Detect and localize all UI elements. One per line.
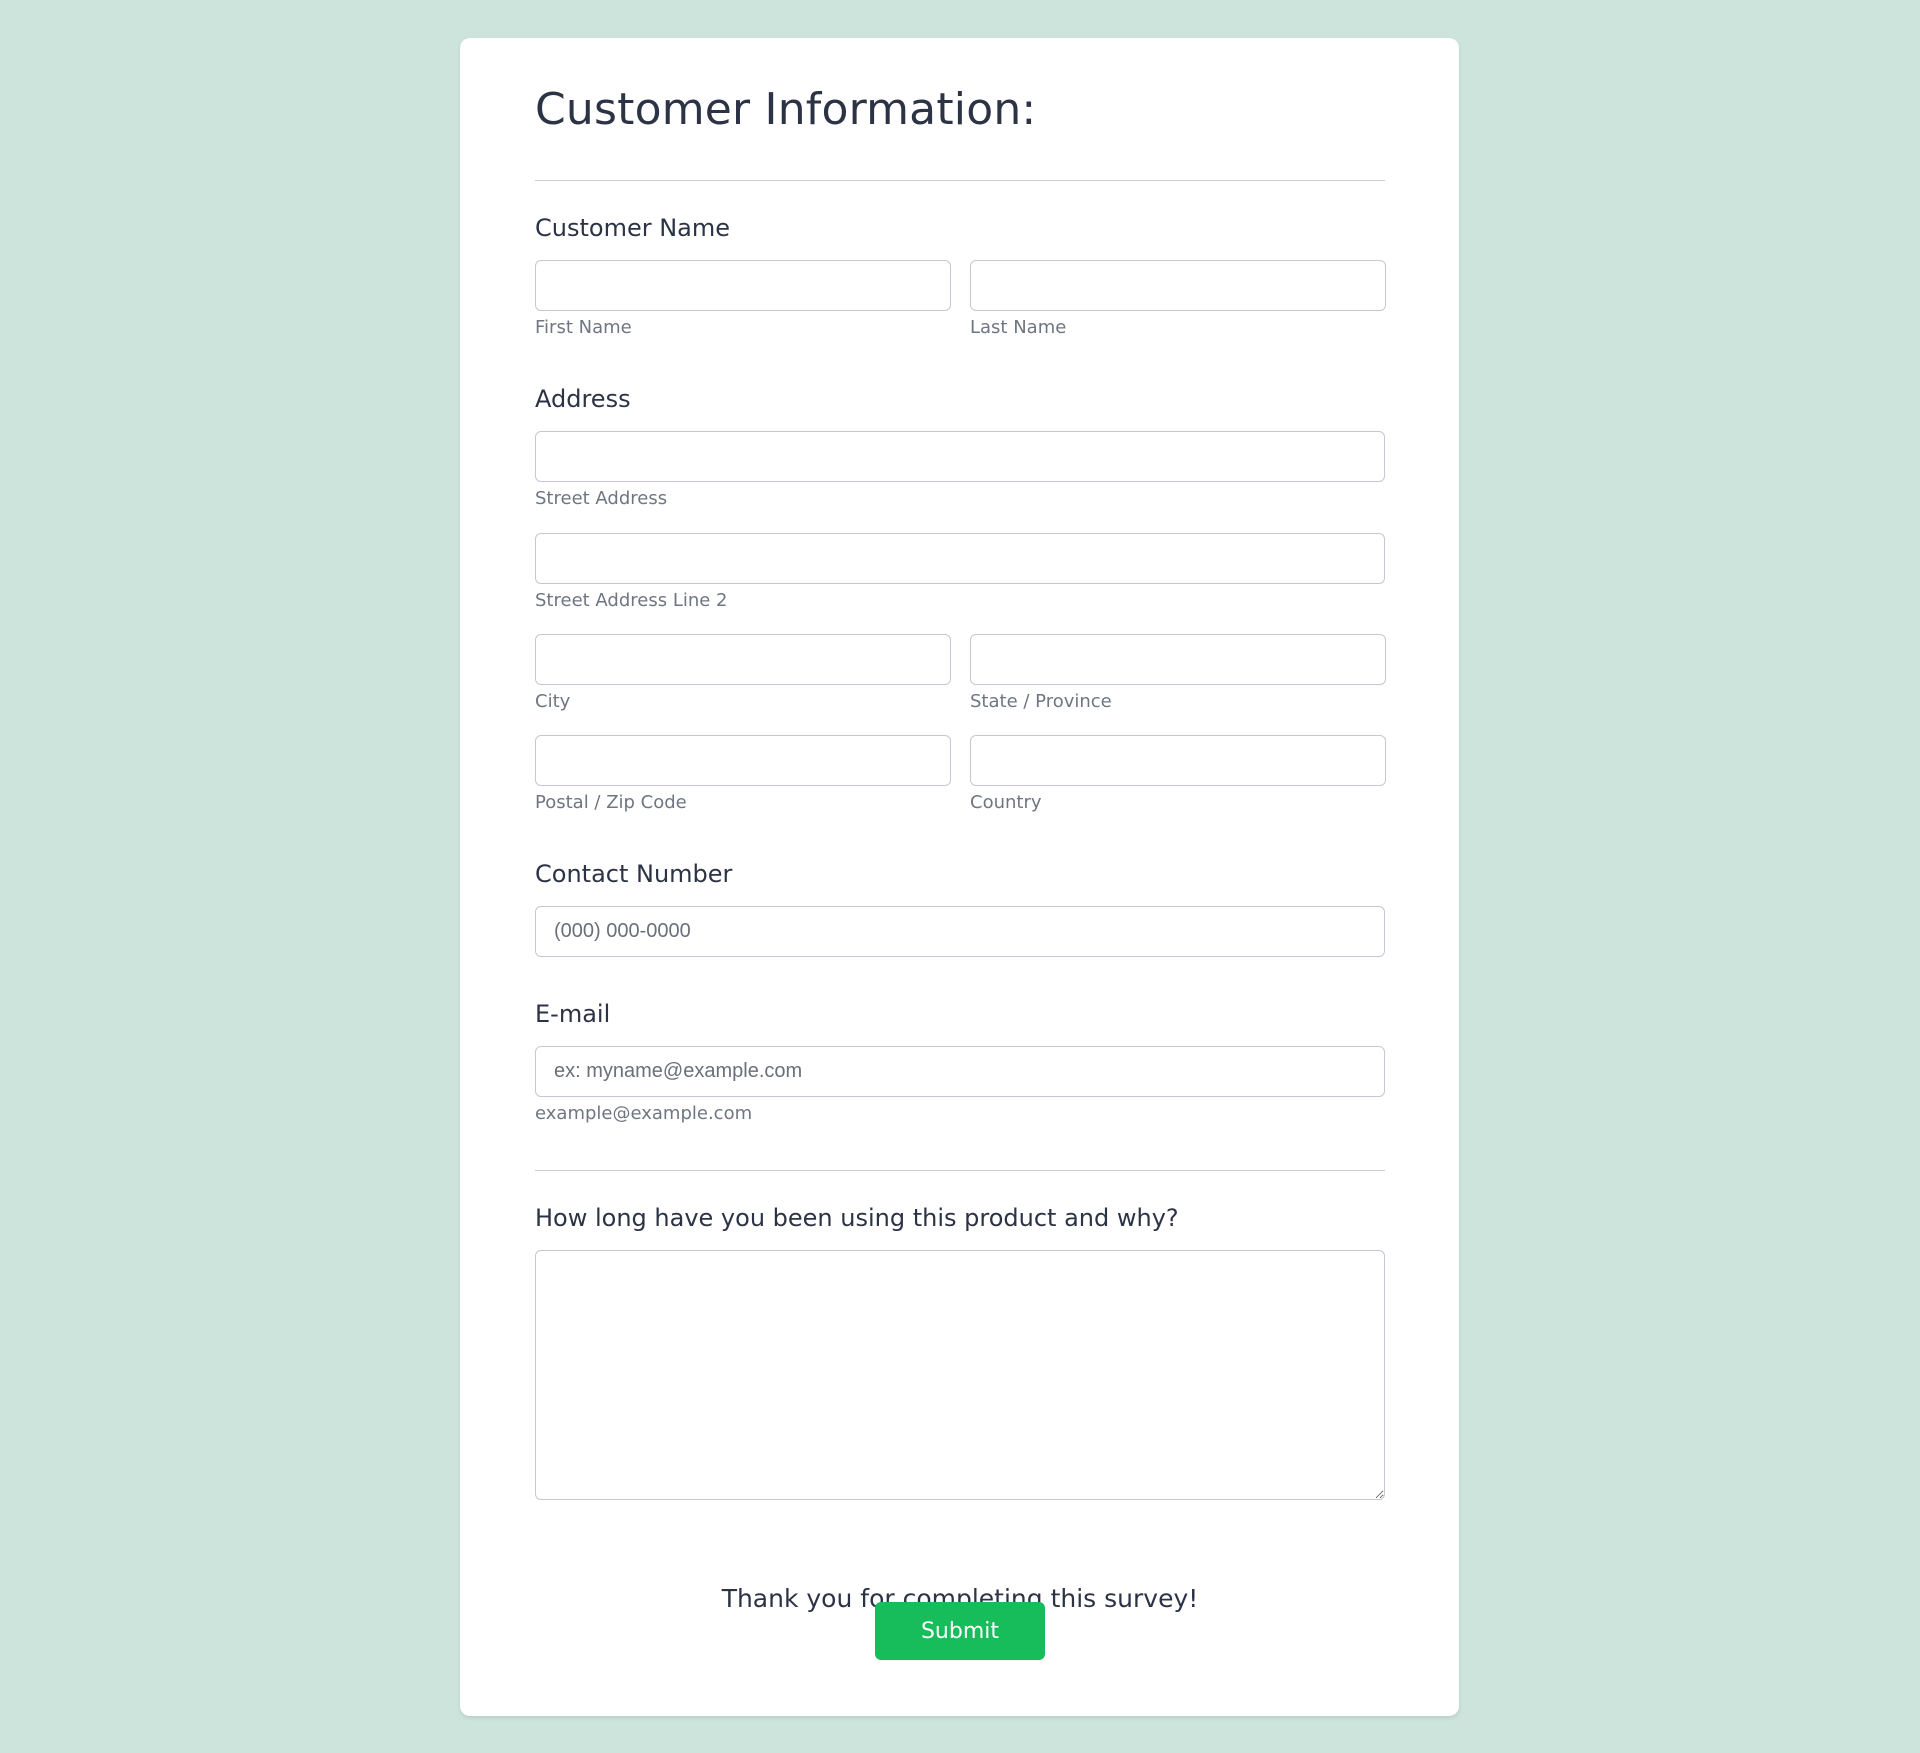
city-input[interactable] <box>535 634 951 685</box>
question-textarea[interactable] <box>535 1250 1385 1500</box>
question-label: How long have you been using this produc… <box>535 1204 1179 1232</box>
street-address-line2-sublabel: Street Address Line 2 <box>535 590 728 611</box>
first-name-input[interactable] <box>535 260 951 311</box>
customer-name-label: Customer Name <box>535 214 731 242</box>
submit-button[interactable]: Submit <box>875 1602 1045 1660</box>
state-province-input[interactable] <box>970 634 1386 685</box>
title-divider <box>535 180 1385 181</box>
email-input[interactable] <box>535 1046 1385 1097</box>
street-address-line2-input[interactable] <box>535 533 1385 584</box>
last-name-sublabel: Last Name <box>970 317 1067 338</box>
contact-number-input[interactable] <box>535 906 1385 957</box>
street-address-sublabel: Street Address <box>535 488 668 509</box>
country-sublabel: Country <box>970 792 1042 813</box>
email-sublabel: example@example.com <box>535 1103 753 1124</box>
form-title: Customer Information: <box>535 84 1037 135</box>
city-sublabel: City <box>535 691 571 712</box>
postal-code-sublabel: Postal / Zip Code <box>535 792 687 813</box>
last-name-input[interactable] <box>970 260 1386 311</box>
state-province-sublabel: State / Province <box>970 691 1112 712</box>
contact-number-label: Contact Number <box>535 860 733 888</box>
form-card: Customer Information: Customer Name Firs… <box>460 38 1459 1716</box>
country-input[interactable] <box>970 735 1386 786</box>
postal-code-input[interactable] <box>535 735 951 786</box>
section-divider <box>535 1170 1385 1171</box>
street-address-input[interactable] <box>535 431 1385 482</box>
first-name-sublabel: First Name <box>535 317 632 338</box>
address-label: Address <box>535 385 631 413</box>
email-label: E-mail <box>535 1000 611 1028</box>
